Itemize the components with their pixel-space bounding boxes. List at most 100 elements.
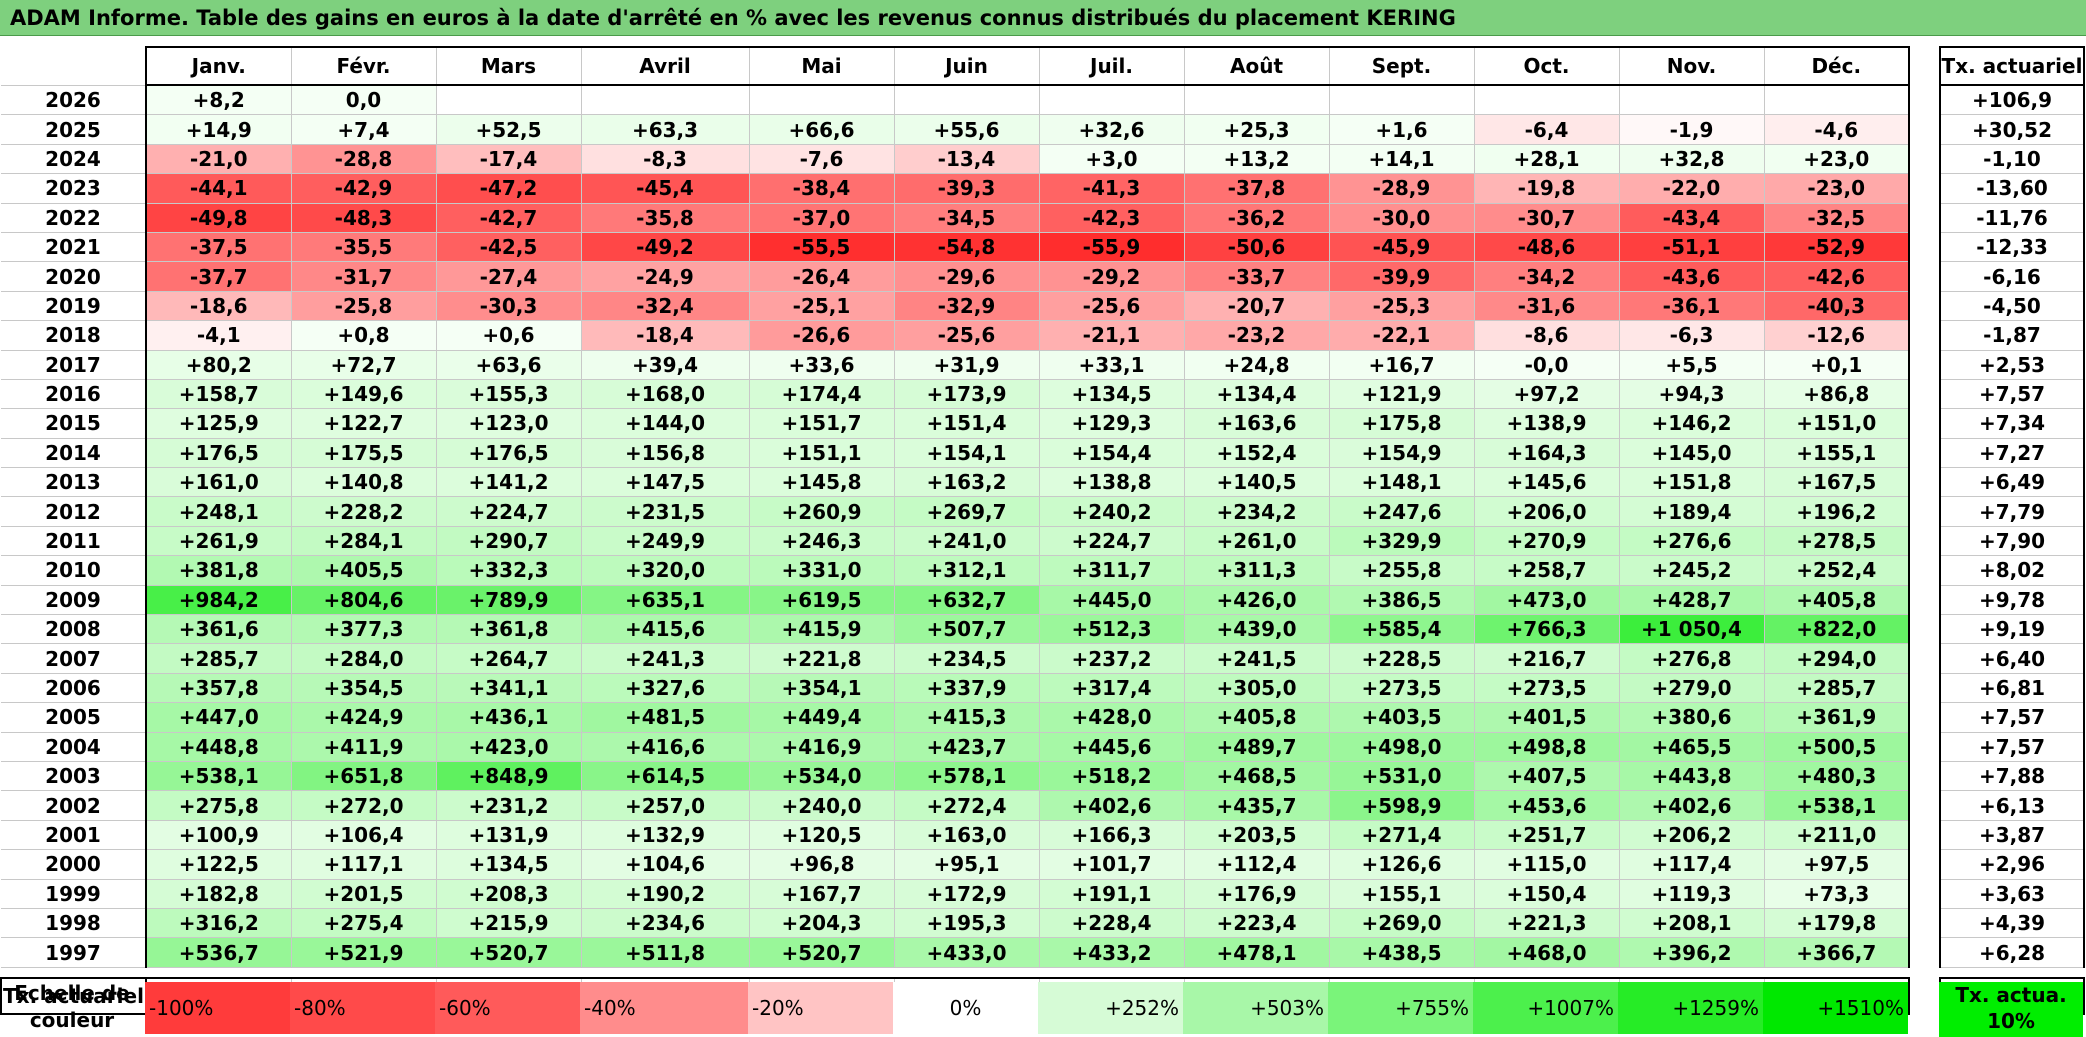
heatmap-cell: +635,1 bbox=[580, 584, 750, 616]
heatmap-cell: +445,0 bbox=[1038, 584, 1185, 616]
heatmap-cell: +521,9 bbox=[290, 937, 437, 968]
heatmap-cell: +216,7 bbox=[1473, 643, 1620, 674]
heatmap-cell: +31,9 bbox=[893, 349, 1040, 380]
table-row: 2004 +448,8 +411,9 +423,0 +416,6 +416,9 +423,7… bbox=[1, 731, 1910, 762]
heatmap-cell: +33,6 bbox=[748, 349, 895, 380]
heatmap-cell: +80,2 bbox=[145, 349, 292, 380]
heatmap-cell: +284,1 bbox=[290, 525, 437, 557]
heatmap-cell: +0,6 bbox=[435, 320, 582, 351]
heatmap-cell: +261,9 bbox=[145, 525, 292, 557]
table-row: 2012 +248,1 +228,2 +224,7 +231,5 +260,9 +269,7… bbox=[1, 496, 1910, 527]
table-row: 2021 -37,5 -35,5 -42,5 -49,2 -55,5 -54,8 -55,9-… bbox=[1, 231, 1910, 263]
heatmap-cell: +428,7 bbox=[1618, 584, 1765, 616]
heatmap-cell: +329,9 bbox=[1328, 525, 1475, 557]
heatmap-cell: -7,6 bbox=[748, 143, 895, 175]
heatmap-cell: -8,3 bbox=[580, 143, 750, 175]
heatmap-cell: -24,9 bbox=[580, 261, 750, 292]
heatmap-cell bbox=[1763, 84, 1910, 116]
heatmap-cell: -22,1 bbox=[1328, 320, 1475, 351]
heatmap-cell: +176,5 bbox=[435, 437, 582, 469]
heatmap-cell: +122,7 bbox=[290, 408, 437, 439]
heatmap-cell: -28,8 bbox=[290, 143, 437, 175]
heatmap-cell bbox=[1328, 84, 1475, 116]
heatmap-cell: +386,5 bbox=[1328, 584, 1475, 616]
year-label: 2017 bbox=[1, 349, 147, 380]
heatmap-cell bbox=[748, 84, 895, 116]
heatmap-cell: -47,2 bbox=[435, 173, 582, 204]
heatmap-cell: +237,2 bbox=[1038, 643, 1185, 674]
actuarial-rate-cell: +7,27 bbox=[1939, 437, 2085, 469]
heatmap-cell: -42,3 bbox=[1038, 202, 1185, 233]
heatmap-cell: +257,0 bbox=[580, 790, 750, 821]
heatmap-cell: +8,2 bbox=[145, 84, 292, 116]
heatmap-cell: +208,1 bbox=[1618, 907, 1765, 939]
month-header: Févr. bbox=[290, 46, 437, 86]
month-header: Mai bbox=[748, 46, 895, 86]
actuarial-rate-cell: +7,57 bbox=[1939, 378, 2085, 410]
heatmap-cell: -30,7 bbox=[1473, 202, 1620, 233]
heatmap-cell: +168,0 bbox=[580, 378, 750, 410]
color-scale-stop: -100% bbox=[145, 982, 290, 1034]
heatmap-cell: -32,9 bbox=[893, 290, 1040, 322]
heatmap-cell: -12,6 bbox=[1763, 320, 1910, 351]
heatmap-cell: +416,6 bbox=[580, 731, 750, 762]
heatmap-cell: +25,3 bbox=[1183, 114, 1330, 145]
heatmap-cell: +984,2 bbox=[145, 584, 292, 616]
heatmap-cell: +201,5 bbox=[290, 878, 437, 909]
heatmap-cell: +426,0 bbox=[1183, 584, 1330, 616]
heatmap-cell: +174,4 bbox=[748, 378, 895, 410]
table-row: 2018 -4,1 +0,8 +0,6 -18,4 -26,6 -25,6 -21,1 -23,… bbox=[1, 320, 1910, 351]
heatmap-cell: +206,2 bbox=[1618, 819, 1765, 851]
heatmap-cell: +290,7 bbox=[435, 525, 582, 557]
heatmap-cell: +598,9 bbox=[1328, 790, 1475, 821]
heatmap-cell: -55,9 bbox=[1038, 231, 1185, 263]
heatmap-cell: +436,1 bbox=[435, 702, 582, 733]
heatmap-cell: +614,5 bbox=[580, 760, 750, 792]
heatmap-cell: +167,7 bbox=[748, 878, 895, 909]
heatmap-cell: -49,8 bbox=[145, 202, 292, 233]
actuarial-rate-cell: +2,53 bbox=[1939, 349, 2085, 380]
heatmap-cell: +498,0 bbox=[1328, 731, 1475, 762]
heatmap-cell: -0,0 bbox=[1473, 349, 1620, 380]
heatmap-cell: +138,9 bbox=[1473, 408, 1620, 439]
heatmap-cell: -6,3 bbox=[1618, 320, 1765, 351]
heatmap-cell: +131,9 bbox=[435, 819, 582, 851]
color-scale-stop: -60% bbox=[435, 982, 580, 1034]
heatmap-cell bbox=[1038, 84, 1185, 116]
heatmap-cell: +0,1 bbox=[1763, 349, 1910, 380]
heatmap-cell: +512,3 bbox=[1038, 614, 1185, 645]
year-label: 2001 bbox=[1, 819, 147, 851]
heatmap-cell: +380,6 bbox=[1618, 702, 1765, 733]
heatmap-cell: -6,4 bbox=[1473, 114, 1620, 145]
heatmap-cell: +221,3 bbox=[1473, 907, 1620, 939]
heatmap-cell: -34,5 bbox=[893, 202, 1040, 233]
heatmap-cell: +96,8 bbox=[748, 849, 895, 880]
heatmap-cell: +261,0 bbox=[1183, 525, 1330, 557]
heatmap-cell: +402,6 bbox=[1038, 790, 1185, 821]
gains-heatmap-table: Janv. Févr. Mars Avril Mai Juin Juil. Août Sept.… bbox=[0, 46, 1910, 1015]
heatmap-cell: -42,9 bbox=[290, 173, 437, 204]
color-scale-stop: -80% bbox=[290, 982, 435, 1034]
heatmap-cell: +241,3 bbox=[580, 643, 750, 674]
heatmap-cell: +7,4 bbox=[290, 114, 437, 145]
heatmap-cell: +140,5 bbox=[1183, 467, 1330, 498]
color-scale-stop: +1259% bbox=[1618, 982, 1763, 1034]
heatmap-cell: +23,0 bbox=[1763, 143, 1910, 175]
heatmap-cell: +252,4 bbox=[1763, 555, 1910, 586]
table-row: 2024 -21,0 -28,8 -17,4 -8,3 -7,6 -13,4 +3,0 +13,… bbox=[1, 143, 1910, 175]
heatmap-cell: +438,5 bbox=[1328, 937, 1475, 968]
heatmap-cell: +228,5 bbox=[1328, 643, 1475, 674]
heatmap-cell: +182,8 bbox=[145, 878, 292, 909]
year-label: 2019 bbox=[1, 290, 147, 322]
heatmap-cell: +5,5 bbox=[1618, 349, 1765, 380]
heatmap-cell: +403,5 bbox=[1328, 702, 1475, 733]
actuarial-rate-cell: +4,39 bbox=[1939, 907, 2085, 939]
color-scale-stop: +252% bbox=[1038, 982, 1183, 1034]
year-label: 2020 bbox=[1, 261, 147, 292]
heatmap-cell: -19,8 bbox=[1473, 173, 1620, 204]
heatmap-cell: +121,9 bbox=[1328, 378, 1475, 410]
year-label: 2012 bbox=[1, 496, 147, 527]
heatmap-cell: +147,5 bbox=[580, 467, 750, 498]
heatmap-cell: +511,8 bbox=[580, 937, 750, 968]
heatmap-cell: +273,5 bbox=[1473, 672, 1620, 704]
